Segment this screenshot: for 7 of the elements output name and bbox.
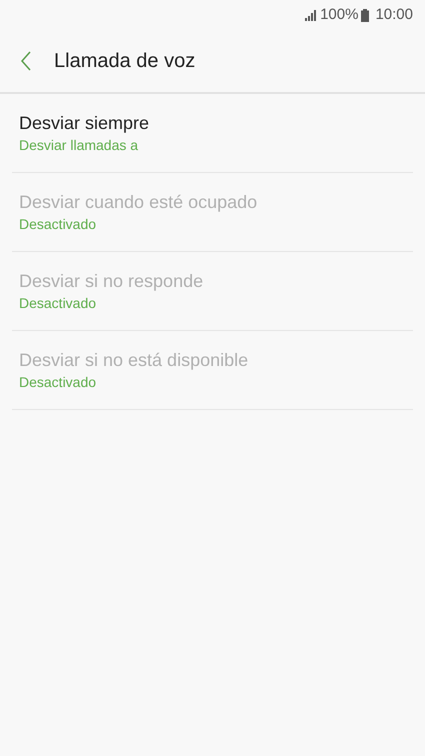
clock-time: 10:00	[375, 4, 413, 25]
settings-item[interactable]: Desviar siempre Desviar llamadas a	[12, 94, 413, 173]
battery-percent: 100%	[320, 4, 358, 25]
back-icon	[21, 51, 31, 71]
battery-icon	[361, 8, 370, 22]
screen-title: Llamada de voz	[54, 49, 196, 74]
signal-icon	[305, 10, 318, 20]
